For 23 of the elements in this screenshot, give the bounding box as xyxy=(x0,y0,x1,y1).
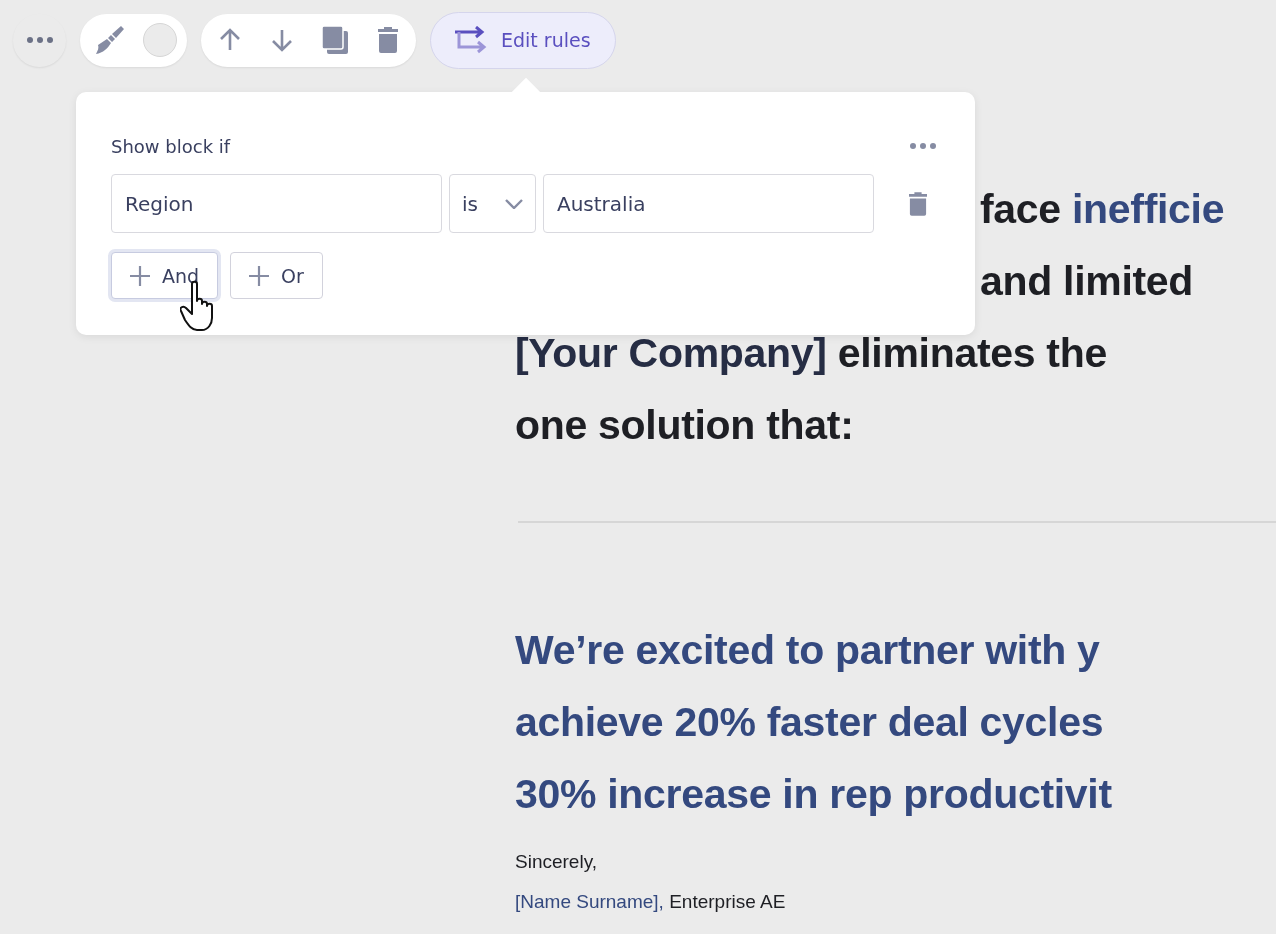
signoff-text: Sincerely, xyxy=(515,850,598,874)
heading-line: and limited xyxy=(980,258,1194,304)
popover-title: Show block if xyxy=(111,135,231,157)
heading-line: 30% increase in rep productivit xyxy=(515,771,1112,817)
edit-rules-button[interactable]: Edit rules xyxy=(430,11,616,69)
operator-dropdown[interactable]: is xyxy=(449,174,536,233)
plus-icon xyxy=(249,265,270,286)
trash-icon[interactable] xyxy=(909,191,927,216)
add-condition-button[interactable]: And xyxy=(111,252,219,299)
field-dropdown[interactable]: Region xyxy=(111,174,442,233)
add-condition-button[interactable]: Or xyxy=(230,252,323,299)
value-field[interactable]: Australia xyxy=(543,174,874,233)
color-swatch[interactable] xyxy=(143,23,177,57)
heading-line: [Your Company] eliminates the xyxy=(515,330,1107,376)
plus-icon xyxy=(130,265,150,286)
heading-line: We’re excited to partner with y xyxy=(515,627,1100,673)
chevron-down-icon xyxy=(505,198,523,209)
heading-line: face inefficie xyxy=(980,186,1225,232)
heading-line: achieve 20% faster deal cycles xyxy=(515,699,1104,745)
heading-line: one solution that: xyxy=(515,402,854,448)
signature-text: [Name Surname], Enterprise AE xyxy=(515,890,787,914)
swap-arrows-icon xyxy=(455,26,487,54)
more-icon xyxy=(26,37,53,43)
